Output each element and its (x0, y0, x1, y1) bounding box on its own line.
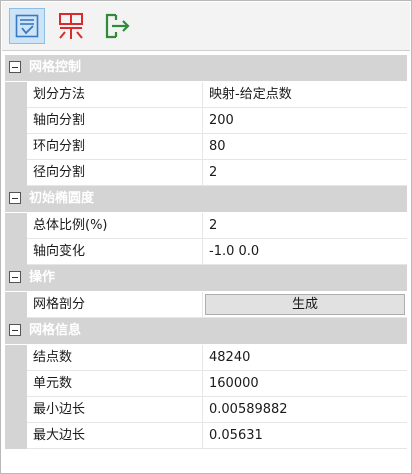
property-value[interactable]: 200 (203, 108, 407, 134)
property-value[interactable]: 80 (203, 134, 407, 160)
property-name: 总体比例(%) (27, 213, 203, 239)
property-value[interactable]: 48240 (203, 345, 407, 371)
property-row: 最小边长 0.00589882 (5, 397, 407, 423)
property-name: 最小边长 (27, 397, 203, 423)
collapse-icon[interactable] (9, 271, 21, 283)
collapse-icon[interactable] (9, 192, 21, 204)
property-row: 单元数 160000 (5, 371, 407, 397)
category-initial-ellipticity: 初始椭圆度 (5, 186, 407, 213)
property-name: 轴向变化 (27, 239, 203, 265)
property-row: 划分方法 映射-给定点数 (5, 82, 407, 108)
property-row: 最大边长 0.05631 (5, 423, 407, 449)
export-icon[interactable] (99, 8, 135, 44)
property-value: 生成 (203, 292, 407, 318)
category-mesh-info: 网格信息 (5, 318, 407, 345)
property-panel: 网格控制 划分方法 映射-给定点数 轴向分割 200 环向分割 80 径向分割 … (0, 0, 412, 474)
property-value[interactable]: 2 (203, 213, 407, 239)
property-name: 径向分割 (27, 160, 203, 186)
property-name: 轴向分割 (27, 108, 203, 134)
property-value[interactable]: 160000 (203, 371, 407, 397)
property-name: 最大边长 (27, 423, 203, 449)
property-row: 径向分割 2 (5, 160, 407, 186)
property-name: 单元数 (27, 371, 203, 397)
collapse-icon[interactable] (9, 61, 21, 73)
property-name: 划分方法 (27, 82, 203, 108)
property-value[interactable]: 2 (203, 160, 407, 186)
property-name: 结点数 (27, 345, 203, 371)
property-row: 总体比例(%) 2 (5, 213, 407, 239)
category-operation: 操作 (5, 265, 407, 292)
edit-list-icon[interactable] (9, 8, 45, 44)
generate-button[interactable]: 生成 (205, 294, 405, 315)
category-title: 网格信息 (29, 323, 82, 338)
property-value[interactable]: -1.0 0.0 (203, 239, 407, 265)
property-value[interactable]: 0.00589882 (203, 397, 407, 423)
property-row: 环向分割 80 (5, 134, 407, 160)
property-row: 结点数 48240 (5, 345, 407, 371)
property-row: 轴向变化 -1.0 0.0 (5, 239, 407, 265)
property-row: 网格剖分 生成 (5, 292, 407, 318)
collapse-icon[interactable] (9, 324, 21, 336)
property-value[interactable]: 0.05631 (203, 423, 407, 449)
grid-red-icon[interactable] (53, 8, 89, 44)
toolbar (2, 2, 410, 51)
category-title: 操作 (29, 270, 56, 285)
category-title: 初始椭圆度 (29, 191, 95, 206)
category-title: 网格控制 (29, 60, 82, 75)
property-name: 环向分割 (27, 134, 203, 160)
property-row: 轴向分割 200 (5, 108, 407, 134)
property-value[interactable]: 映射-给定点数 (203, 82, 407, 108)
property-name: 网格剖分 (27, 292, 203, 318)
category-mesh-control: 网格控制 (5, 55, 407, 82)
property-grid: 网格控制 划分方法 映射-给定点数 轴向分割 200 环向分割 80 径向分割 … (5, 55, 407, 449)
